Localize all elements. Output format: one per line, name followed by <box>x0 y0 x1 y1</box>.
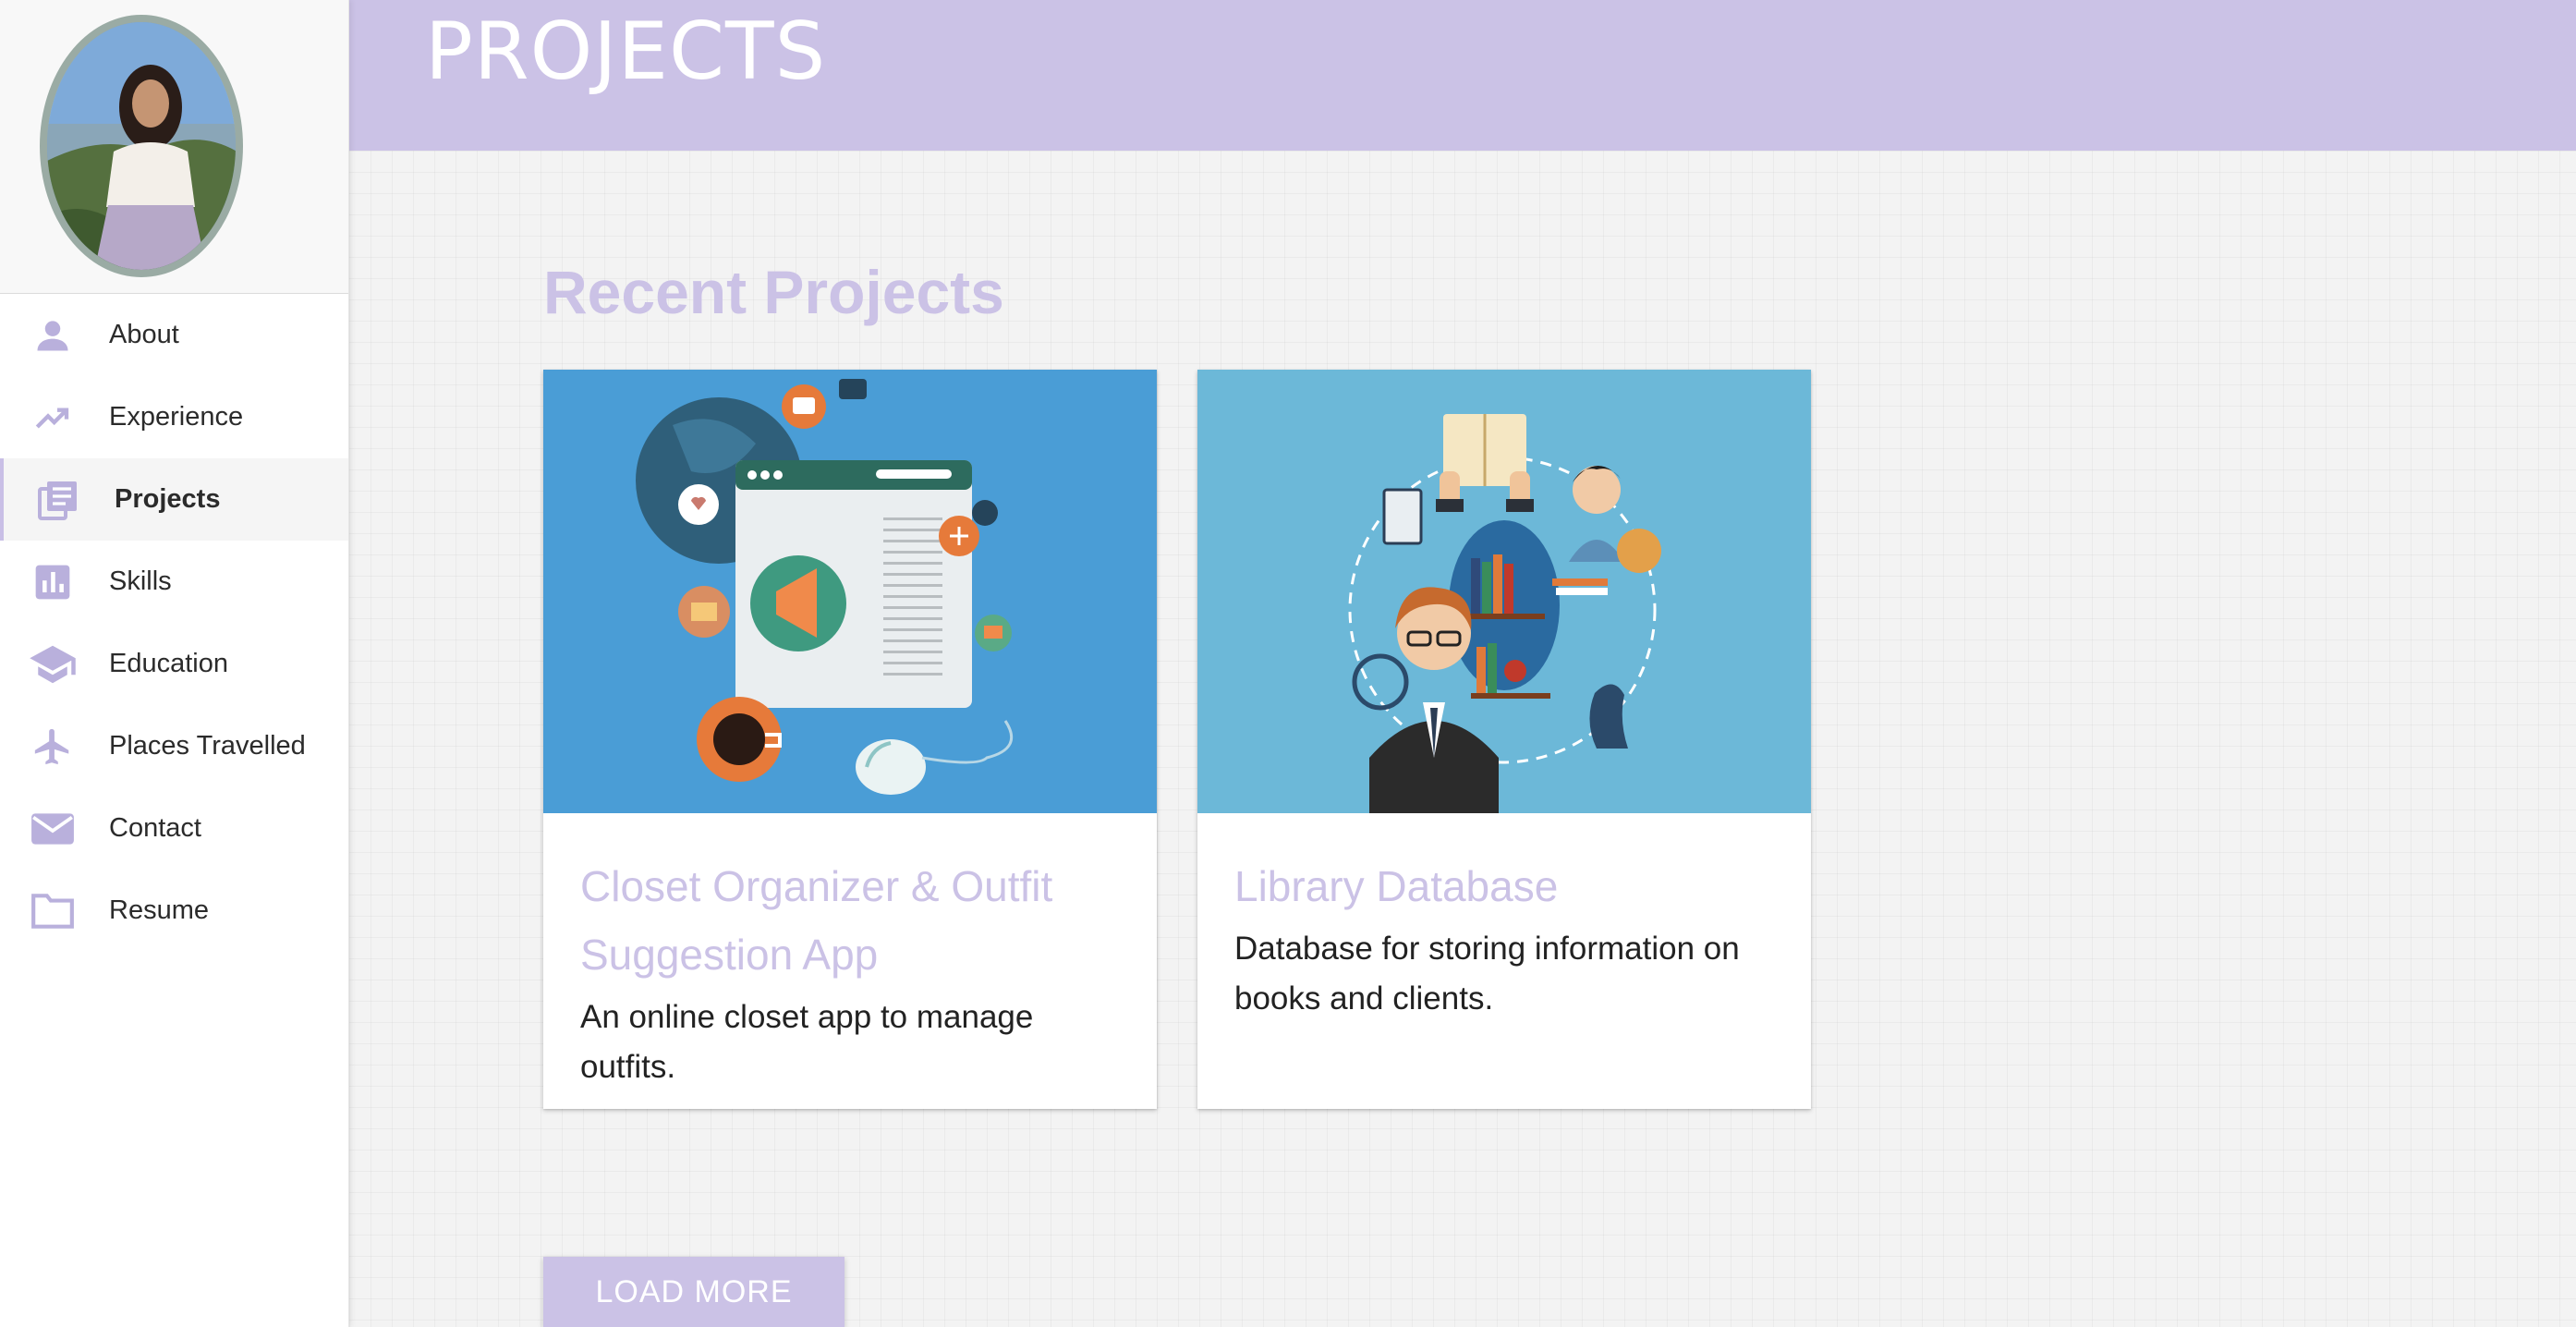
sidebar-item-label: Contact <box>109 813 201 843</box>
sidebar-item-label: Skills <box>109 566 172 596</box>
sidebar-item-label: About <box>109 320 179 349</box>
sidebar-item-label: Resume <box>109 895 209 925</box>
airplane-icon <box>28 722 78 772</box>
project-title[interactable]: Closet Organizer & Outfit Suggestion App <box>580 852 1120 989</box>
folder-icon <box>28 886 78 936</box>
sidebar-item-label: Experience <box>109 402 244 432</box>
avatar <box>40 15 243 277</box>
project-description: An online closet app to manage outfits. <box>580 999 1034 1085</box>
project-card-closet[interactable]: Closet Organizer & Outfit Suggestion App… <box>543 370 1157 1109</box>
profile-header <box>0 0 348 294</box>
project-card-body: Closet Organizer & Outfit Suggestion App… <box>543 813 1157 1092</box>
project-card-library[interactable]: Library Database Database for storing in… <box>1197 370 1811 1109</box>
sidebar: About Experience Projects Skills Educati… <box>0 0 349 1327</box>
sidebar-item-about[interactable]: About <box>0 294 348 376</box>
library-books-icon <box>33 475 83 525</box>
trending-up-icon <box>28 393 78 443</box>
sidebar-item-projects[interactable]: Projects <box>0 458 348 541</box>
page-header: PROJECTS <box>349 0 2576 151</box>
bar-chart-icon <box>28 557 78 607</box>
sidebar-item-education[interactable]: Education <box>0 623 348 705</box>
project-title[interactable]: Library Database <box>1234 852 1774 920</box>
sidebar-item-resume[interactable]: Resume <box>0 870 348 952</box>
project-image-library <box>1197 370 1811 813</box>
sidebar-item-label: Places Travelled <box>109 731 306 761</box>
sidebar-item-skills[interactable]: Skills <box>0 541 348 623</box>
sidebar-item-places-travelled[interactable]: Places Travelled <box>0 705 348 787</box>
sidebar-item-contact[interactable]: Contact <box>0 787 348 870</box>
section-title: Recent Projects <box>543 258 1004 326</box>
person-icon <box>28 310 78 360</box>
page-title: PROJECTS <box>425 6 827 98</box>
project-card-body: Library Database Database for storing in… <box>1197 813 1811 1024</box>
sidebar-item-label: Education <box>109 649 228 678</box>
load-more-button[interactable]: LOAD MORE <box>543 1257 844 1327</box>
sidebar-item-label: Projects <box>115 484 221 514</box>
mail-icon <box>28 804 78 854</box>
sidebar-nav: About Experience Projects Skills Educati… <box>0 294 348 952</box>
sidebar-item-experience[interactable]: Experience <box>0 376 348 458</box>
project-description: Database for storing information on book… <box>1234 931 1740 1017</box>
project-image-closet <box>543 370 1157 813</box>
graduation-cap-icon <box>28 639 78 689</box>
